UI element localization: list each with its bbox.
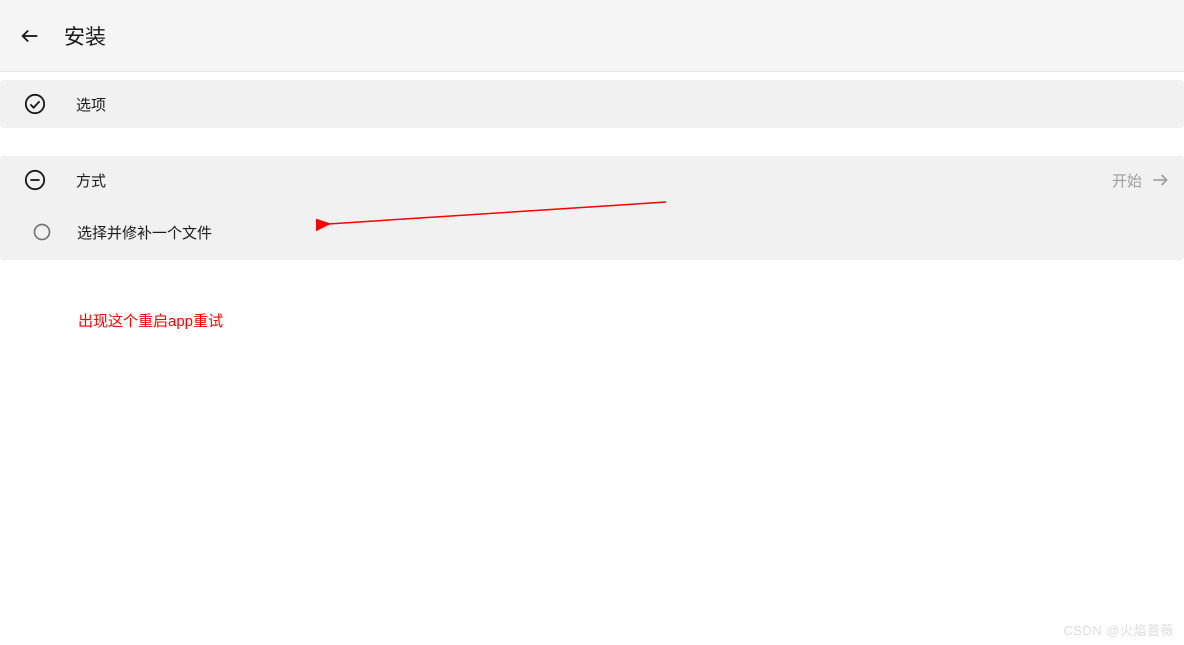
method-label: 方式 [76,170,1112,191]
options-section[interactable]: 选项 [0,80,1184,128]
method-section: 方式 开始 选择并修补一个文件 [0,156,1184,260]
annotation-note: 出现这个重启app重试 [78,310,1184,331]
check-circle-icon [24,93,46,115]
watermark: CSDN @火焰蔷薇 [1063,620,1174,639]
method-header[interactable]: 方式 开始 [0,156,1184,204]
file-option-label: 选择并修补一个文件 [77,222,212,243]
radio-unchecked-icon [32,222,52,242]
arrow-right-icon [1150,170,1170,190]
header-bar: 安装 [0,0,1184,72]
page-title: 安装 [64,21,106,51]
file-option-row[interactable]: 选择并修补一个文件 [0,204,1184,260]
minus-circle-icon [24,169,46,191]
options-label: 选项 [76,94,106,115]
back-arrow-icon[interactable] [18,24,42,48]
start-text: 开始 [1112,170,1142,191]
